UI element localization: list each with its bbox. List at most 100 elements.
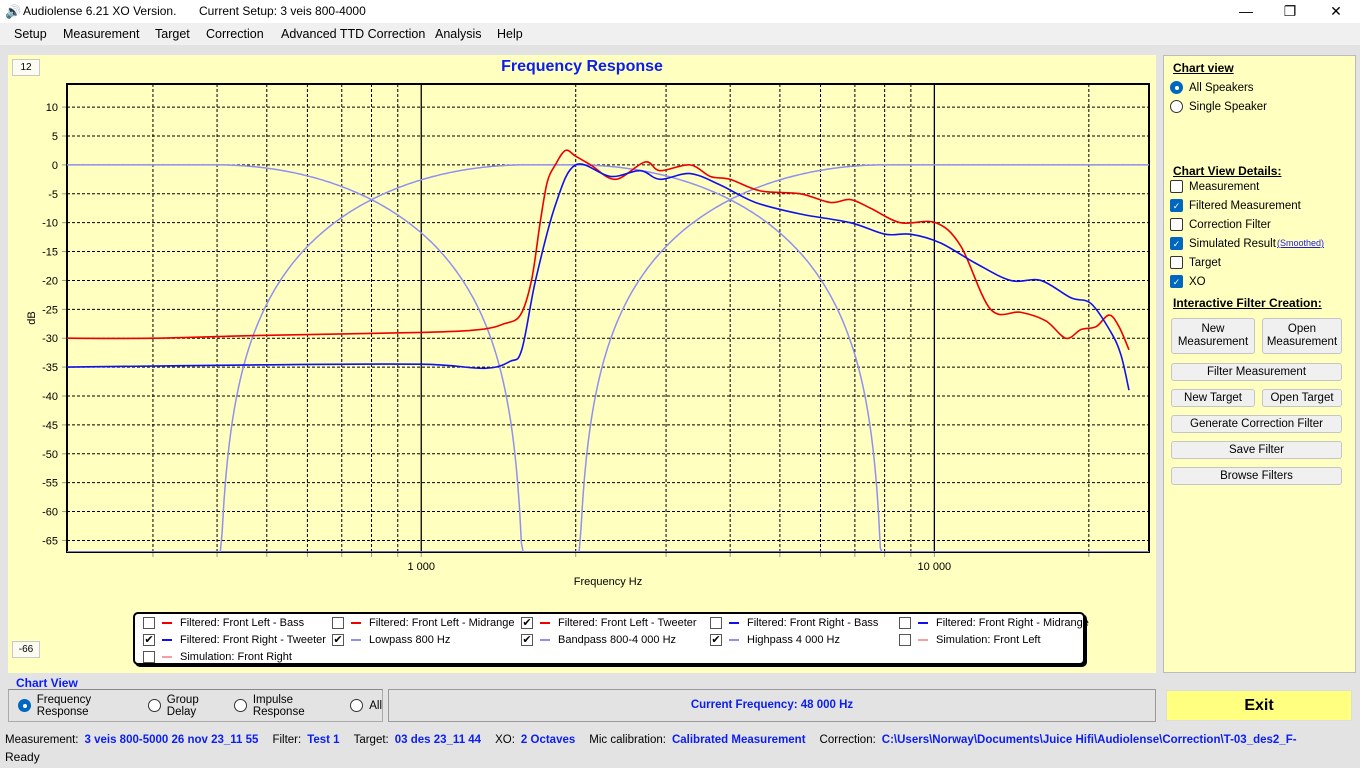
legend-item[interactable]: ✔ Bandpass 800-4 000 Hz bbox=[521, 631, 676, 648]
menu-correction[interactable]: Correction bbox=[206, 27, 264, 41]
detail-checkbox-target[interactable]: Target bbox=[1170, 253, 1301, 272]
checkbox-icon[interactable] bbox=[143, 616, 155, 629]
checkbox-icon[interactable] bbox=[899, 616, 911, 629]
legend-label: Filtered: Front Left - Bass bbox=[180, 616, 305, 629]
view-label: Group Delay bbox=[166, 693, 199, 718]
y-tick-label: -60 bbox=[42, 507, 58, 519]
smoothed-link[interactable]: (Smoothed) bbox=[1277, 238, 1324, 248]
legend-swatch bbox=[162, 655, 172, 658]
detail-label: Simulated Result bbox=[1189, 237, 1276, 250]
view-impulse-response-radio[interactable]: Impulse Response bbox=[234, 694, 346, 718]
current-setup: Current Setup: 3 veis 800-4000 bbox=[199, 4, 366, 18]
checkbox-checked-icon[interactable]: ✔ bbox=[332, 633, 344, 646]
radio-icon bbox=[1170, 100, 1183, 113]
y-tick-label: 0 bbox=[52, 160, 58, 172]
all-speakers-radio[interactable]: All Speakers bbox=[1170, 78, 1254, 97]
menu-setup[interactable]: Setup bbox=[14, 27, 47, 41]
filter-measurement-button[interactable]: Filter Measurement bbox=[1171, 363, 1342, 381]
open-measurement-button[interactable]: Open Measurement bbox=[1262, 318, 1342, 354]
open-target-button[interactable]: Open Target bbox=[1262, 389, 1342, 407]
filter-label: Filter: bbox=[272, 734, 302, 746]
y-tick-label: -40 bbox=[42, 391, 58, 403]
legend-swatch bbox=[918, 621, 928, 624]
radio-icon bbox=[234, 699, 247, 712]
legend-item[interactable]: Simulation: Front Right bbox=[143, 648, 292, 665]
legend-item[interactable]: ✔ Filtered: Front Right - Tweeter bbox=[143, 631, 326, 648]
all-speakers-label: All Speakers bbox=[1189, 81, 1254, 94]
y-tick-label: -35 bbox=[42, 362, 58, 374]
y-tick-label: -55 bbox=[42, 478, 58, 490]
new-target-button[interactable]: New Target bbox=[1171, 389, 1255, 407]
y-tick-label: -10 bbox=[42, 218, 58, 230]
frequency-response-chart[interactable]: 10 5 0 -5 -10 -15 -20 -25 -30 -35 -40 -45 -50 -55 -60 -… bbox=[8, 55, 1156, 610]
checkbox-checked-icon: ✓ bbox=[1170, 237, 1183, 250]
checkbox-checked-icon[interactable]: ✔ bbox=[521, 616, 533, 629]
x-tick-label: 1 000 bbox=[407, 561, 435, 573]
checkbox-icon[interactable] bbox=[143, 650, 155, 663]
xo-value: 2 Octaves bbox=[520, 734, 576, 746]
detail-label: Measurement bbox=[1189, 180, 1260, 193]
legend-label: Filtered: Front Right - Bass bbox=[747, 616, 879, 629]
app-icon: 🔊 bbox=[5, 4, 22, 19]
menu-measurement[interactable]: Measurement bbox=[63, 27, 139, 41]
plot-frame bbox=[66, 83, 1150, 553]
legend-item[interactable]: ✔ Lowpass 800 Hz bbox=[332, 631, 450, 648]
checkbox-icon[interactable] bbox=[899, 633, 911, 646]
legend-item[interactable]: Filtered: Front Right - Midrange bbox=[899, 614, 1089, 631]
generate-correction-filter-button[interactable]: Generate Correction Filter bbox=[1171, 415, 1342, 433]
current-frequency-display: Current Frequency: 48 000 Hz bbox=[388, 689, 1156, 722]
y-tick-label: 5 bbox=[52, 131, 58, 143]
legend-item[interactable]: ✔ Filtered: Front Left - Tweeter bbox=[521, 614, 697, 631]
maximize-button[interactable]: ❐ bbox=[1267, 0, 1313, 23]
chart-panel: 12 -66 Frequency Response 10 5 0 -5 -10 -15 -2… bbox=[8, 55, 1156, 673]
new-measurement-button[interactable]: New Measurement bbox=[1171, 318, 1255, 354]
right-panel: Chart view All Speakers Single Speaker C… bbox=[1163, 55, 1356, 673]
menu-target[interactable]: Target bbox=[155, 27, 190, 41]
view-group-delay-radio[interactable]: Group Delay bbox=[147, 693, 230, 718]
exit-button[interactable]: Exit bbox=[1166, 690, 1352, 721]
radio-selected-icon bbox=[1170, 81, 1183, 94]
checkbox-icon[interactable] bbox=[710, 616, 722, 629]
chart-view-label: Chart View bbox=[16, 676, 78, 690]
menu-help[interactable]: Help bbox=[497, 27, 523, 41]
legend-swatch bbox=[351, 638, 361, 641]
detail-checkbox-measurement[interactable]: Measurement bbox=[1170, 177, 1301, 196]
interactive-filter-heading: Interactive Filter Creation: bbox=[1173, 296, 1322, 310]
detail-label: Correction Filter bbox=[1189, 218, 1271, 231]
menu-advanced-ttd[interactable]: Advanced TTD Correction bbox=[281, 27, 425, 41]
legend-label: Simulation: Front Right bbox=[180, 650, 292, 663]
menu-analysis[interactable]: Analysis bbox=[435, 27, 482, 41]
detail-checkbox-filtered-measurement[interactable]: ✓ Filtered Measurement bbox=[1170, 196, 1301, 215]
view-all-radio[interactable]: All bbox=[350, 696, 382, 715]
legend-item[interactable]: Filtered: Front Left - Midrange bbox=[332, 614, 515, 631]
close-button[interactable]: ✕ bbox=[1313, 0, 1359, 23]
legend-item[interactable]: ✔ Highpass 4 000 Hz bbox=[710, 631, 840, 648]
checkbox-icon bbox=[1170, 256, 1183, 269]
title-bar: 🔊 Audiolense 6.21 XO Version. Current Se… bbox=[0, 0, 1360, 23]
y-tick-label: -20 bbox=[42, 275, 58, 287]
detail-checkbox-correction-filter[interactable]: Correction Filter bbox=[1170, 215, 1301, 234]
checkbox-checked-icon[interactable]: ✔ bbox=[143, 633, 155, 646]
legend-label: Filtered: Front Right - Tweeter bbox=[180, 633, 326, 646]
y-min-box[interactable]: -66 bbox=[12, 641, 40, 658]
x-tick-label: 10 000 bbox=[918, 561, 952, 573]
checkbox-checked-icon[interactable]: ✔ bbox=[710, 633, 722, 646]
details-list: Measurement ✓ Filtered Measurement Correcti… bbox=[1170, 177, 1301, 291]
view-label: Frequency Response bbox=[36, 693, 92, 718]
browse-filters-button[interactable]: Browse Filters bbox=[1171, 467, 1342, 485]
radio-selected-icon bbox=[18, 699, 31, 712]
checkbox-icon[interactable] bbox=[332, 616, 344, 629]
detail-label: Target bbox=[1189, 256, 1221, 269]
legend-swatch bbox=[162, 638, 172, 641]
checkbox-checked-icon[interactable]: ✔ bbox=[521, 633, 533, 646]
detail-checkbox-xo[interactable]: ✓ XO bbox=[1170, 272, 1301, 291]
legend-item[interactable]: Filtered: Front Right - Bass bbox=[710, 614, 878, 631]
legend-label: Filtered: Front Left - Midrange bbox=[369, 616, 515, 629]
chart-legend: Filtered: Front Left - Bass Filtered: Fro… bbox=[133, 612, 1089, 665]
legend-item[interactable]: Filtered: Front Left - Bass bbox=[143, 614, 304, 631]
minimize-button[interactable]: — bbox=[1223, 0, 1269, 23]
single-speaker-radio[interactable]: Single Speaker bbox=[1170, 97, 1267, 116]
legend-item[interactable]: Simulation: Front Left bbox=[899, 631, 1041, 648]
save-filter-button[interactable]: Save Filter bbox=[1171, 441, 1342, 459]
view-frequency-response-radio[interactable]: Frequency Response bbox=[18, 693, 144, 718]
